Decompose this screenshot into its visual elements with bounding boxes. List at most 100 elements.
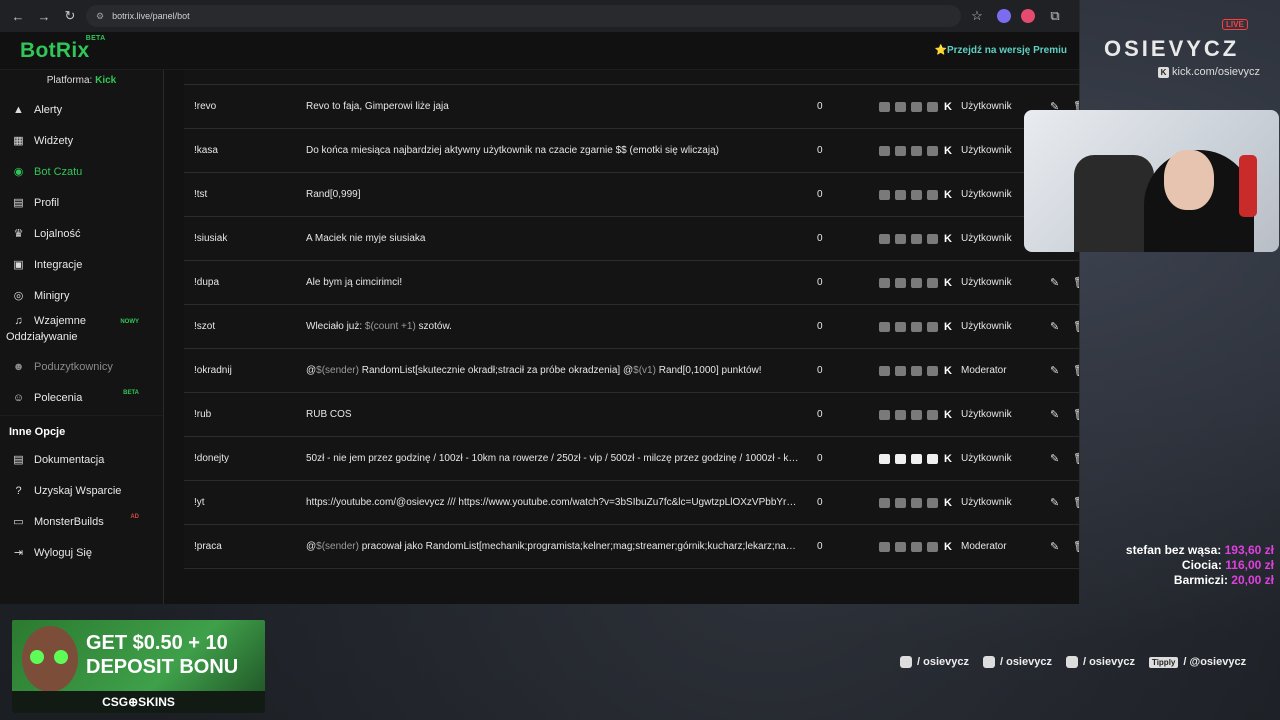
- youtube-icon[interactable]: [911, 101, 922, 112]
- twitch-icon[interactable]: [895, 277, 906, 288]
- youtube-icon[interactable]: [911, 541, 922, 552]
- botrix-logo[interactable]: BotRix BETA: [20, 35, 105, 63]
- sidebar-item-polecenia[interactable]: ☺ Polecenia BETA: [0, 382, 163, 413]
- table-row[interactable]: !praca @$(sender) pracował jako RandomLis…: [184, 525, 1079, 569]
- trash-icon[interactable]: 🗑: [1073, 408, 1079, 421]
- trovo-icon[interactable]: [927, 145, 938, 156]
- trash-icon[interactable]: 🗑: [1073, 364, 1079, 377]
- sidebar-item-wzajemne[interactable]: ♫ Wzajemne Oddziaływanie NOWY: [0, 311, 163, 351]
- youtube-icon[interactable]: [911, 321, 922, 332]
- twitch-icon[interactable]: [895, 497, 906, 508]
- reload-icon[interactable]: ↻: [60, 6, 80, 26]
- youtube-icon[interactable]: [911, 497, 922, 508]
- site-settings-icon[interactable]: ⚙: [96, 11, 104, 22]
- rumble-icon[interactable]: [879, 189, 890, 200]
- sidebar-item-profil[interactable]: ▤ Profil: [0, 187, 163, 218]
- edit-icon[interactable]: ✎: [1050, 276, 1059, 289]
- trovo-icon[interactable]: [927, 101, 938, 112]
- edit-icon[interactable]: ✎: [1050, 496, 1059, 509]
- trovo-icon[interactable]: [927, 321, 938, 332]
- sidebar-item-widzety[interactable]: ▦ Widżety: [0, 125, 163, 156]
- bookmark-star-icon[interactable]: ☆: [967, 6, 987, 26]
- sidebar-item-minigry[interactable]: ◎ Minigry: [0, 280, 163, 311]
- twitch-icon[interactable]: [895, 541, 906, 552]
- youtube-icon[interactable]: [911, 409, 922, 420]
- trash-icon[interactable]: 🗑: [1073, 496, 1079, 509]
- address-bar[interactable]: ⚙ botrix.live/panel/bot: [86, 5, 961, 27]
- twitch-icon[interactable]: [895, 321, 906, 332]
- kick-icon[interactable]: K: [943, 409, 953, 420]
- trovo-icon[interactable]: [927, 277, 938, 288]
- twitch-icon[interactable]: [895, 409, 906, 420]
- kick-icon[interactable]: K: [943, 101, 953, 112]
- table-row[interactable]: !kasa Do końca miesiąca najbardziej aktyw…: [184, 129, 1079, 173]
- kick-icon[interactable]: K: [943, 321, 953, 332]
- sidebar-item-bot-czatu[interactable]: ◉ Bot Czatu: [0, 156, 163, 187]
- sidebar-item-dokumentacja[interactable]: ▤ Dokumentacja: [0, 444, 163, 475]
- trovo-icon[interactable]: [927, 189, 938, 200]
- table-row[interactable]: !okradnij @$(sender) RandomList[skuteczni…: [184, 349, 1079, 393]
- edit-icon[interactable]: ✎: [1050, 320, 1059, 333]
- back-icon[interactable]: ←: [8, 6, 28, 26]
- trash-icon[interactable]: 🗑: [1073, 320, 1079, 333]
- puzzle-icon[interactable]: ⧉: [1045, 6, 1065, 26]
- kick-icon[interactable]: K: [943, 497, 953, 508]
- extension-icon[interactable]: [997, 9, 1011, 23]
- twitch-icon[interactable]: [895, 145, 906, 156]
- table-row[interactable]: !yt https://youtube.com/@osievycz /// htt…: [184, 481, 1079, 525]
- youtube-icon[interactable]: [911, 277, 922, 288]
- rumble-icon[interactable]: [879, 453, 890, 464]
- table-row[interactable]: !dupa Ale bym ją cimcirimci! 0 K Użytkownik ✎…: [184, 261, 1079, 305]
- trovo-icon[interactable]: [927, 365, 938, 376]
- trash-icon[interactable]: 🗑: [1073, 540, 1079, 553]
- kick-icon[interactable]: K: [943, 233, 953, 244]
- edit-icon[interactable]: ✎: [1050, 540, 1059, 553]
- trash-icon[interactable]: 🗑: [1073, 452, 1079, 465]
- youtube-icon[interactable]: [911, 233, 922, 244]
- rumble-icon[interactable]: [879, 101, 890, 112]
- sidebar-item-lojalnosc[interactable]: ♛ Lojalność: [0, 218, 163, 249]
- kick-icon[interactable]: K: [943, 277, 953, 288]
- twitch-icon[interactable]: [895, 101, 906, 112]
- rumble-icon[interactable]: [879, 541, 890, 552]
- table-row[interactable]: !revo Revo to faja, Gimperowi liże jaja 0 K…: [184, 85, 1079, 129]
- rumble-icon[interactable]: [879, 497, 890, 508]
- youtube-icon[interactable]: [911, 189, 922, 200]
- trovo-icon[interactable]: [927, 453, 938, 464]
- youtube-icon[interactable]: [911, 365, 922, 376]
- trash-icon[interactable]: 🗑: [1073, 276, 1079, 289]
- youtube-icon[interactable]: [911, 145, 922, 156]
- rumble-icon[interactable]: [879, 365, 890, 376]
- rumble-icon[interactable]: [879, 277, 890, 288]
- kick-icon[interactable]: K: [943, 189, 953, 200]
- edit-icon[interactable]: ✎: [1050, 408, 1059, 421]
- sidebar-item-alerty[interactable]: ▲ Alerty: [0, 94, 163, 125]
- kick-icon[interactable]: K: [943, 541, 953, 552]
- edit-icon[interactable]: ✎: [1050, 364, 1059, 377]
- sidebar-item-wsparcie[interactable]: ? Uzyskaj Wsparcie: [0, 475, 163, 506]
- edit-icon[interactable]: ✎: [1050, 452, 1059, 465]
- table-row[interactable]: !tstRand[0,999]0KUżytkownik✎🗑: [184, 173, 1079, 217]
- twitch-icon[interactable]: [895, 189, 906, 200]
- forward-icon[interactable]: →: [34, 6, 54, 26]
- table-row[interactable]: !donejty 50zł - nie jem przez godzinę / 1…: [184, 437, 1079, 481]
- twitch-icon[interactable]: [895, 233, 906, 244]
- trovo-icon[interactable]: [927, 497, 938, 508]
- trovo-icon[interactable]: [927, 541, 938, 552]
- trovo-icon[interactable]: [927, 409, 938, 420]
- twitch-icon[interactable]: [895, 365, 906, 376]
- trovo-icon[interactable]: [927, 233, 938, 244]
- extension-icon[interactable]: [1021, 9, 1035, 23]
- kick-icon[interactable]: K: [943, 145, 953, 156]
- rumble-icon[interactable]: [879, 145, 890, 156]
- twitch-icon[interactable]: [895, 453, 906, 464]
- rumble-icon[interactable]: [879, 233, 890, 244]
- table-row[interactable]: !szot Wleciało już: $(count +1) szotów. 0 K…: [184, 305, 1079, 349]
- table-row[interactable]: !siusiak A Maciek nie myje siusiaka 0 K Użyt…: [184, 217, 1079, 261]
- sidebar-item-monsterbuilds[interactable]: ▭ MonsterBuilds AD: [0, 506, 163, 537]
- sidebar-item-integracje[interactable]: ▣ Integracje: [0, 249, 163, 280]
- youtube-icon[interactable]: [911, 453, 922, 464]
- premium-link[interactable]: ⭐Przejdź na wersję Premiu: [935, 45, 1068, 56]
- rumble-icon[interactable]: [879, 321, 890, 332]
- rumble-icon[interactable]: [879, 409, 890, 420]
